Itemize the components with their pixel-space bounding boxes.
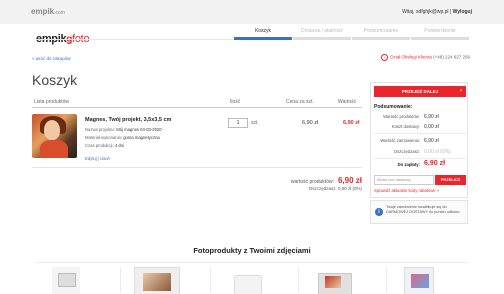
material-label: Materiał wykonania: — [85, 135, 123, 140]
top-bar: empik.com Witaj, sdfghjk@wp.pl | Wyloguj — [0, 0, 504, 24]
discount-code-input[interactable]: Wpisz kod rabatowy — [374, 175, 434, 185]
step-label: Dostawa i płatność — [301, 28, 343, 34]
checkout-steps: Koszyk Dostawa i płatność Podsumowanie P… — [234, 28, 470, 42]
recalculate-button[interactable]: PRZELICZ — [435, 175, 466, 185]
savings-value: 0,00 zł (0%) — [337, 186, 362, 191]
card-divider — [120, 267, 121, 293]
quantity-input[interactable]: 1 — [228, 118, 248, 128]
product-card[interactable] — [230, 267, 264, 294]
product-card[interactable] — [134, 267, 180, 294]
col-unit-price: Cena za szt. — [286, 99, 314, 105]
chevron-right-icon: › — [460, 88, 462, 94]
savings-label: Oszczędzasz: — [308, 186, 337, 191]
summary-order-label: Wartość zamówienia: — [380, 138, 420, 143]
photoproducts-strip — [34, 262, 470, 294]
header-divider — [36, 39, 234, 40]
info-icon: i — [375, 208, 383, 216]
time-label: Czas produkcji: — [85, 143, 114, 148]
col-products: Lista produktów — [34, 99, 70, 105]
products-total-value: 6,90 zł — [337, 176, 362, 185]
card-divider — [386, 267, 387, 293]
discount-code-panel: Wpisz kod rabatowy PRZELICZ Sprawdź aktu… — [370, 170, 468, 198]
thumbnail-body — [40, 140, 68, 158]
col-quantity: Ilość — [230, 99, 241, 105]
row-value: 6,90 zł — [343, 120, 360, 126]
products-total-label: wartość produktów: — [290, 179, 334, 185]
project-value: Mój magnes 04-03-2020 — [116, 127, 162, 132]
summary-pay-value: 6,90 zł — [424, 160, 446, 167]
product-material: Materiał wykonania: guma magnetyczna — [85, 135, 160, 140]
site-name: empik — [31, 7, 55, 16]
summary-savings-value: 0,00 zł (0%) — [424, 149, 451, 155]
step-cart: Koszyk — [234, 28, 292, 40]
summary-savings-label: Oszczędzasz: — [393, 149, 420, 154]
card-divider — [298, 267, 299, 293]
page-title: Koszyk — [32, 72, 78, 88]
step-bar — [234, 37, 292, 40]
site-brand[interactable]: empik.com — [31, 7, 65, 16]
step-delivery: Dostawa i płatność — [293, 28, 351, 40]
cart-table-header: Lista produktów Ilość Cena za szt. Warto… — [32, 96, 362, 108]
check-codes-link[interactable]: Sprawdź aktualne kody rabatowe » — [374, 188, 439, 193]
product-card[interactable] — [52, 267, 80, 294]
cart-row: Magnes, Twój projekt, 3,5x3,5 cm Nazwa p… — [32, 112, 362, 168]
product-card[interactable] — [404, 267, 434, 294]
proceed-button[interactable]: PRZEJDŹ DALEJ › — [374, 86, 466, 97]
proceed-label: PRZEJDŹ DALEJ — [401, 89, 439, 94]
product-time: Czas produkcji: 4 dni — [85, 143, 124, 148]
customer-service: ‹ Dział Obsługi Klienta (+48) 224 627 256 — [381, 54, 470, 61]
greeting-text: Witaj, sdfghjk@wp.pl — [402, 9, 449, 15]
summary-products-label: Wartość produktów: — [383, 114, 420, 119]
site-suffix: .com — [54, 10, 65, 16]
delete-link[interactable]: Usuń — [100, 156, 110, 161]
product-card[interactable] — [316, 267, 352, 294]
summary-divider — [374, 133, 466, 134]
summary-title: Podsumowanie: — [374, 104, 413, 110]
customer-service-phone: (+48) 224 627 256 — [433, 54, 470, 60]
account-bar: Witaj, sdfghjk@wp.pl | Wyloguj — [402, 9, 472, 15]
section-title: Fotoprodukty z Twoimi zdjęciami — [193, 246, 311, 255]
summary-order-value: 6,90 zł — [424, 138, 439, 144]
card-divider — [210, 267, 211, 293]
edit-link[interactable]: Edytuj — [85, 156, 97, 161]
quantity-unit: szt. — [251, 120, 259, 126]
step-bar — [293, 37, 351, 40]
summary-delivery-value: 0,00 zł — [424, 124, 439, 130]
project-label: Nazwa projektu: — [85, 127, 116, 132]
step-summary: Podsumowanie — [352, 28, 410, 40]
col-value: Wartość — [338, 99, 357, 105]
products-total: wartość produktów: 6,90 zł — [291, 176, 362, 185]
summary-divider — [374, 158, 466, 159]
product-name: Magnes, Twój projekt, 3,5x3,5 cm — [85, 117, 172, 123]
product-project: Nazwa projektu: Mój magnes 04-03-2020 — [85, 127, 162, 132]
step-confirmation: Potwierdzenie — [411, 28, 469, 40]
step-label: Podsumowanie — [363, 28, 399, 34]
summary-products-value: 6,90 zł — [424, 114, 439, 120]
free-shipping-notice: i Twoje zamówienie kwalifikuje się do DA… — [370, 200, 468, 224]
thumbnail-face — [44, 120, 60, 140]
summary-pay-label: Do zapłaty: — [397, 162, 420, 167]
step-bar — [352, 37, 410, 40]
savings-line: Oszczędzasz: 0,00 zł (0%) — [309, 186, 362, 191]
step-label: Koszyk — [254, 28, 272, 34]
material-value: guma magnetyczna — [123, 135, 160, 140]
back-to-shopping-link[interactable]: « wróć do zakupów — [32, 56, 71, 61]
product-thumbnail[interactable] — [32, 114, 77, 158]
logout-link[interactable]: Wyloguj — [453, 9, 472, 15]
customer-service-link[interactable]: Dział Obsługi Klienta — [390, 55, 432, 60]
phone-icon: ‹ — [381, 54, 389, 61]
time-value: 4 dni — [114, 143, 124, 148]
product-actions: Edytuj | Usuń — [85, 156, 110, 161]
free-shipping-text: Twoje zamówienie kwalifikuje się do DARM… — [386, 205, 461, 214]
unit-price: 6,90 zł — [302, 120, 319, 126]
step-label: Potwierdzenie — [424, 28, 456, 34]
step-bar — [411, 37, 469, 40]
summary-delivery-label: Koszt dostawy: — [391, 124, 420, 129]
app-window: empik.com Witaj, sdfghjk@wp.pl | Wyloguj… — [0, 0, 504, 294]
